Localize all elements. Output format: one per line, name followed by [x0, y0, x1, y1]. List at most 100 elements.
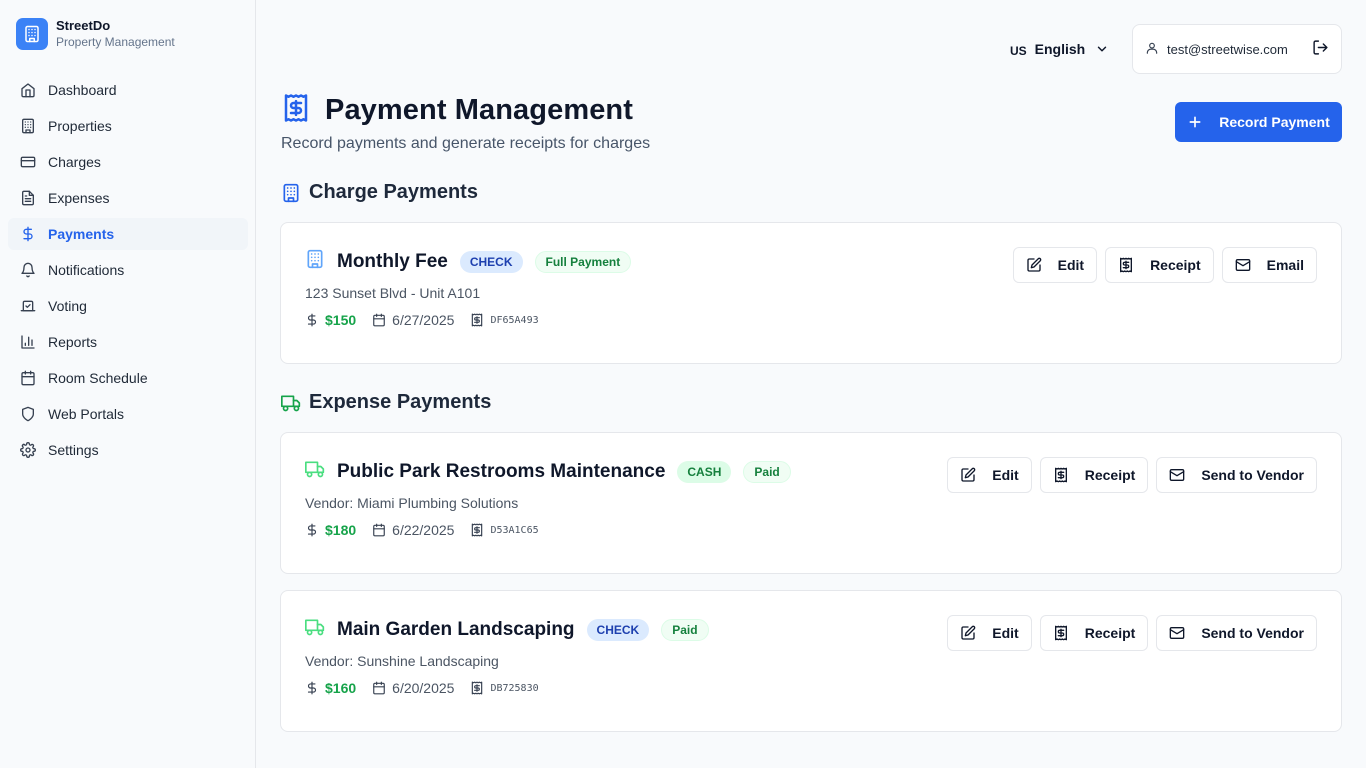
payment-title: Monthly Fee	[337, 250, 448, 272]
payment-ref: D53A1C65	[490, 524, 539, 536]
shield-icon	[20, 406, 36, 422]
send-to-vendor-button[interactable]: Send to Vendor	[1156, 457, 1317, 493]
sidebar-item-notifications[interactable]: Notifications	[8, 254, 248, 286]
payment-amount: $180	[325, 522, 357, 538]
sidebar-item-label: Reports	[48, 334, 98, 350]
payment-date: 6/20/2025	[392, 680, 455, 696]
sidebar-item-payments[interactable]: Payments	[8, 218, 248, 250]
status-badge: Paid	[743, 460, 791, 483]
page-header: Payment Management Record payments and g…	[281, 92, 650, 153]
language-code: US	[1010, 44, 1027, 58]
payment-meta: $180 6/22/2025 D53A1C65	[305, 522, 539, 538]
receipt-icon	[472, 313, 483, 327]
language-name: English	[1034, 41, 1086, 57]
dollar-icon	[307, 523, 317, 537]
receipt-label: Receipt	[1150, 257, 1201, 273]
calendar-icon	[373, 523, 385, 537]
sidebar-item-voting[interactable]: Voting	[8, 290, 248, 322]
edit-button[interactable]: Edit	[947, 615, 1032, 651]
brand-subtitle: Property Management	[56, 35, 175, 49]
language-selector[interactable]: US English	[1010, 38, 1109, 60]
status-badge: Full Payment	[534, 250, 632, 273]
sidebar-item-settings[interactable]: Settings	[8, 434, 248, 466]
record-payment-label: Record Payment	[1219, 114, 1330, 130]
sidebar-item-label: Voting	[48, 298, 87, 314]
logout-icon[interactable]	[1312, 39, 1329, 59]
sidebar-item-dashboard[interactable]: Dashboard	[8, 74, 248, 106]
edit-label: Edit	[992, 625, 1019, 641]
method-badge: CASH	[677, 460, 732, 483]
payment-amount: $150	[325, 312, 357, 328]
payment-date: 6/22/2025	[392, 522, 455, 538]
receipt-icon	[472, 681, 483, 695]
section-title: Expense Payments	[309, 391, 492, 413]
sidebar-item-label: Room Schedule	[48, 370, 148, 386]
user-email: test@streetwise.com	[1167, 41, 1288, 57]
charge-payments-heading: Charge Payments	[281, 181, 478, 204]
method-badge: CHECK	[459, 250, 523, 273]
receipt-icon	[472, 523, 483, 537]
sidebar-item-label: Properties	[48, 118, 112, 134]
home-icon	[20, 82, 36, 98]
expense-payment-card: Main Garden Landscaping CHECK Paid Vendo…	[280, 590, 1342, 732]
email-label: Email	[1266, 257, 1304, 273]
sidebar-item-reports[interactable]: Reports	[8, 326, 248, 358]
payment-subtitle: 123 Sunset Blvd - Unit A101	[305, 285, 481, 301]
sidebar: StreetDo Property Management Dashboard P…	[0, 0, 256, 768]
sidebar-item-label: Settings	[48, 442, 99, 458]
user-icon	[1145, 41, 1159, 58]
sidebar-item-charges[interactable]: Charges	[8, 146, 248, 178]
dollar-icon	[307, 313, 317, 327]
send-to-vendor-button[interactable]: Send to Vendor	[1156, 615, 1317, 651]
dollar-icon	[20, 226, 36, 242]
building-icon	[281, 183, 301, 203]
user-menu: test@streetwise.com	[1132, 24, 1342, 74]
mail-icon	[1235, 259, 1250, 271]
send-to-vendor-label: Send to Vendor	[1201, 625, 1304, 641]
sidebar-item-label: Charges	[48, 154, 101, 170]
edit-button[interactable]: Edit	[1012, 247, 1098, 283]
receipt-icon	[1054, 467, 1067, 483]
payment-ref: DF65A493	[490, 314, 539, 326]
receipt-button[interactable]: Receipt	[1039, 615, 1149, 651]
edit-label: Edit	[1057, 257, 1085, 273]
mail-icon	[1169, 469, 1185, 481]
record-payment-button[interactable]: Record Payment	[1175, 102, 1342, 142]
building-icon	[20, 118, 36, 134]
card-actions: Edit Receipt Email	[1005, 247, 1317, 283]
truck-icon	[305, 459, 325, 484]
receipt-icon	[281, 92, 311, 129]
payment-title: Public Park Restrooms Maintenance	[337, 460, 666, 482]
chevron-down-icon	[1095, 42, 1109, 56]
receipt-icon	[1054, 625, 1067, 641]
card-actions: Edit Receipt Send to Vendor	[939, 457, 1317, 493]
expense-payments-heading: Expense Payments	[281, 391, 491, 414]
brand[interactable]: StreetDo Property Management	[16, 17, 175, 51]
receipt-icon	[1120, 257, 1133, 273]
receipt-button[interactable]: Receipt	[1039, 457, 1149, 493]
section-title: Charge Payments	[309, 181, 478, 203]
email-button[interactable]: Email	[1221, 247, 1317, 283]
edit-icon	[961, 625, 976, 640]
file-text-icon	[20, 190, 36, 206]
payment-date: 6/27/2025	[392, 312, 455, 328]
method-badge: CHECK	[586, 618, 650, 641]
brand-logo-icon	[16, 18, 48, 50]
card-actions: Edit Receipt Send to Vendor	[939, 615, 1317, 651]
sidebar-item-web-portals[interactable]: Web Portals	[8, 398, 248, 430]
page-subtitle: Record payments and generate receipts fo…	[281, 135, 651, 152]
sidebar-item-room-schedule[interactable]: Room Schedule	[8, 362, 248, 394]
edit-icon	[961, 467, 976, 482]
edit-button[interactable]: Edit	[947, 457, 1032, 493]
receipt-button[interactable]: Receipt	[1105, 247, 1214, 283]
edit-icon	[1026, 257, 1041, 272]
building-icon	[305, 249, 325, 274]
sidebar-item-label: Web Portals	[48, 406, 124, 422]
payment-meta: $160 6/20/2025 DB725830	[305, 680, 539, 696]
plus-icon	[1187, 114, 1203, 130]
expense-payment-card: Public Park Restrooms Maintenance CASH P…	[280, 432, 1342, 574]
sidebar-item-properties[interactable]: Properties	[8, 110, 248, 142]
truck-icon	[281, 393, 301, 413]
receipt-label: Receipt	[1084, 467, 1136, 483]
sidebar-item-expenses[interactable]: Expenses	[8, 182, 248, 214]
